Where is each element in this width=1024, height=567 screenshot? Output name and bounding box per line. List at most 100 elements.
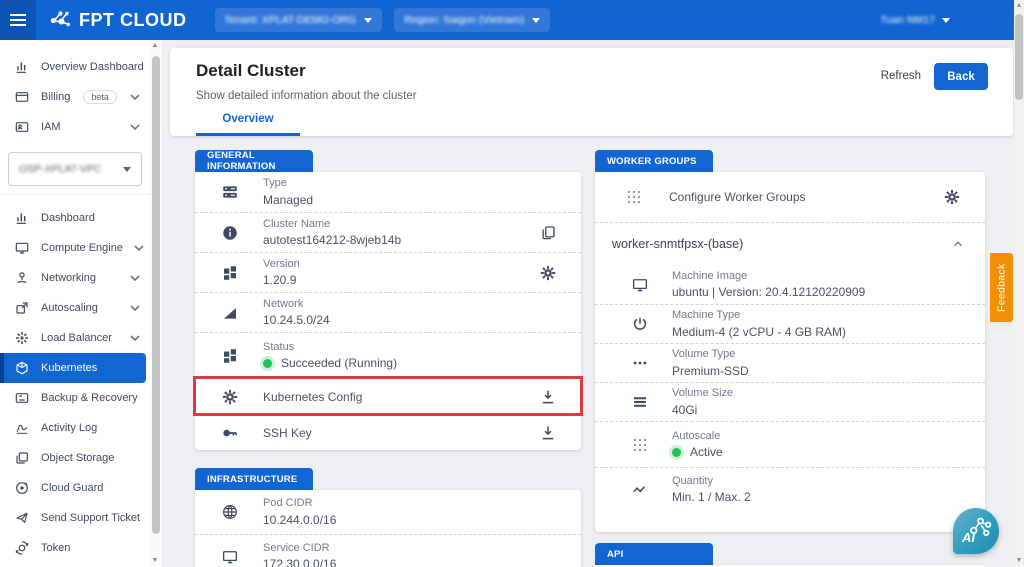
- panel-tab-api: API: [595, 543, 713, 565]
- row-value: ubuntu | Version: 20.4.12120220909: [672, 284, 865, 301]
- sidebar-item-dashboard[interactable]: Dashboard: [0, 203, 150, 233]
- back-button[interactable]: Back: [934, 63, 988, 90]
- sidebar-item-label: Billing: [41, 91, 70, 103]
- row-value: Medium-4 (2 vCPU - 4 GB RAM): [672, 324, 846, 341]
- row-label: Service CIDR: [263, 540, 336, 557]
- copy-icon[interactable]: [539, 224, 557, 242]
- row-label: Status: [263, 339, 397, 356]
- row-label: SSH Key: [263, 426, 312, 440]
- page-scrollbar[interactable]: ▲ ▼: [1014, 0, 1024, 567]
- sidebar-item-label: Object Storage: [41, 452, 114, 464]
- sidebar-item-load-balancer[interactable]: Load Balancer: [0, 323, 150, 353]
- sidebar-item-label: Load Balancer: [41, 332, 112, 344]
- user-menu[interactable]: Tuan NM17: [881, 14, 950, 26]
- row-label: Version: [263, 256, 300, 273]
- power-icon: [631, 315, 649, 333]
- panel-tab-infrastructure: INFRASTRUCTURE: [195, 468, 313, 490]
- sidebar-item-backup-recovery[interactable]: Backup & Recovery: [0, 383, 150, 413]
- monitor-icon: [221, 548, 239, 566]
- scroll-down-icon[interactable]: ▼: [1014, 555, 1024, 567]
- worker-group-accordion[interactable]: worker-snmtfpsx-(base): [595, 222, 985, 265]
- scrollbar-thumb[interactable]: [152, 56, 160, 534]
- sidebar-item-label: Dashboard: [41, 212, 95, 224]
- status-text: Active: [690, 444, 723, 461]
- vpc-selector[interactable]: OSP-XPLAT-VPC: [8, 152, 142, 186]
- sidebar-item-autoscaling[interactable]: Autoscaling: [0, 293, 150, 323]
- panel-tab-worker-groups: WORKER GROUPS: [595, 150, 713, 172]
- info-row-version: Version1.20.9: [195, 252, 581, 292]
- scroll-up-icon[interactable]: ▲: [150, 40, 160, 52]
- tenant-label: Tenant: XPLAT-DEMO-ORG: [225, 14, 357, 26]
- sidebar-item-cloud-guard[interactable]: Cloud Guard: [0, 473, 150, 503]
- info-row-network: Network10.24.5.0/24: [195, 292, 581, 332]
- worker-row-machine-type: Machine TypeMedium-4 (2 vCPU - 4 GB RAM): [595, 304, 985, 343]
- dots-icon: [631, 354, 649, 372]
- network-icon: [14, 270, 30, 286]
- hamburger-menu-icon[interactable]: [0, 0, 36, 40]
- sidebar-item-networking[interactable]: Networking: [0, 263, 150, 293]
- sidebar-nav: Overview Dashboard Billing beta IAM OSP-…: [0, 40, 150, 567]
- sidebar-item-token[interactable]: Token: [0, 533, 150, 563]
- iam-icon: [14, 119, 30, 135]
- download-icon[interactable]: [539, 388, 557, 406]
- download-icon[interactable]: [539, 424, 557, 442]
- sidebar-item-label: Send Support Ticket: [41, 512, 140, 524]
- ai-assistant-button[interactable]: AI: [953, 508, 999, 554]
- worker-row-machine-image: Machine Imageubuntu | Version: 20.4.1212…: [595, 265, 985, 304]
- sidebar-item-label: IAM: [41, 121, 61, 133]
- sidebar-item-overview-dashboard[interactable]: Overview Dashboard: [0, 52, 150, 82]
- beta-badge: beta: [83, 90, 117, 104]
- grid-dots-icon: [631, 436, 649, 454]
- row-label: Machine Type: [672, 307, 846, 324]
- feedback-button[interactable]: Feedback: [990, 253, 1013, 322]
- sidebar-item-send-support-ticket[interactable]: Send Support Ticket: [0, 503, 150, 533]
- chevron-down-icon: [130, 94, 140, 100]
- sidebar-item-billing[interactable]: Billing beta: [0, 82, 150, 112]
- backup-icon: [14, 390, 30, 406]
- row-label: Autoscale: [672, 428, 723, 445]
- row-label: Machine Image: [672, 268, 865, 285]
- sidebar-item-label: Cloud Guard: [41, 482, 103, 494]
- grid-dots-icon: [625, 188, 643, 206]
- row-label: Volume Type: [672, 346, 749, 363]
- page-subtitle: Show detailed information about the clus…: [196, 90, 417, 102]
- scroll-up-icon[interactable]: ▲: [1014, 0, 1024, 12]
- row-value: Premium-SSD: [672, 363, 749, 380]
- chevron-up-icon[interactable]: [951, 237, 965, 251]
- gear-icon[interactable]: [943, 188, 961, 206]
- sidebar-item-kubernetes[interactable]: Kubernetes: [0, 353, 146, 383]
- object-storage-icon: [14, 450, 30, 466]
- chevron-down-icon: [130, 275, 140, 281]
- sidebar-item-object-storage[interactable]: Object Storage: [0, 443, 150, 473]
- tab-overview[interactable]: Overview: [196, 104, 300, 136]
- sidebar-item-compute-engine[interactable]: Compute Engine: [0, 233, 150, 263]
- row-value: 10.244.0.0/16: [263, 512, 336, 529]
- sidebar-item-activity-log[interactable]: Activity Log: [0, 413, 150, 443]
- chevron-down-icon: [134, 245, 144, 251]
- sidebar-item-label: Backup & Recovery: [41, 392, 138, 404]
- billing-icon: [14, 89, 30, 105]
- tenant-selector[interactable]: Tenant: XPLAT-DEMO-ORG: [215, 8, 383, 32]
- sidebar-item-label: Token: [41, 542, 70, 554]
- caret-down-icon: [532, 18, 540, 23]
- ai-label: AI: [962, 530, 975, 545]
- status-dot-green: [263, 359, 272, 368]
- globe-icon: [221, 503, 239, 521]
- main-content: Detail Cluster Show detailed information…: [162, 40, 1014, 567]
- sidebar-scrollbar[interactable]: ▲ ▼: [150, 40, 162, 567]
- brand-logo[interactable]: FPT CLOUD: [48, 8, 187, 32]
- configure-worker-groups-row: Configure Worker Groups: [595, 172, 985, 222]
- scrollbar-thumb[interactable]: [1015, 14, 1023, 100]
- region-selector[interactable]: Region: Saigon (Vietnam): [394, 8, 550, 32]
- gear-icon[interactable]: [539, 264, 557, 282]
- blocks-icon: [221, 347, 239, 365]
- page-title: Detail Cluster: [196, 61, 306, 81]
- refresh-button[interactable]: Refresh: [881, 70, 921, 82]
- scroll-down-icon[interactable]: ▼: [150, 555, 160, 567]
- vpc-selector-value: OSP-XPLAT-VPC: [19, 163, 102, 175]
- info-row-type: TypeManaged: [195, 172, 581, 212]
- load-balancer-icon: [14, 330, 30, 346]
- row-label: Pod CIDR: [263, 495, 336, 512]
- fpt-molecule-icon: [48, 8, 72, 32]
- sidebar-item-iam[interactable]: IAM: [0, 112, 150, 142]
